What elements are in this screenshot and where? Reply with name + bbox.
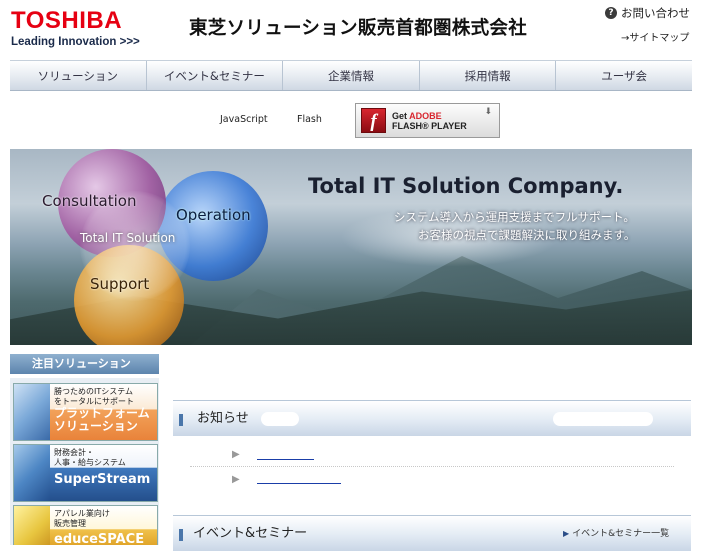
flash-badge-brand: ADOBE — [409, 110, 442, 121]
flash-badge-product: FLASH® PLAYER — [392, 120, 467, 131]
news-link[interactable] — [257, 449, 314, 460]
banner-caption: 販売管理 — [54, 518, 86, 528]
flash-badge-get: Get — [392, 110, 410, 121]
flash-link[interactable]: Flash — [297, 114, 322, 125]
download-arrow-icon: ⬇ — [484, 107, 492, 117]
news-title: お知らせ — [197, 411, 249, 426]
banner-caption: をトータルにサポート — [54, 396, 134, 406]
events-section-header: イベント&セミナー ▶ イベント&セミナー一覧 — [173, 515, 691, 551]
triangle-arrow-icon: ▶ — [563, 529, 570, 538]
company-name: 東芝ソリューション販売首都圏株式会社 — [189, 18, 528, 39]
nav-item-events[interactable]: イベント&セミナー — [147, 61, 284, 90]
banner-title: ソリューション — [54, 419, 138, 433]
news-link[interactable] — [257, 473, 341, 484]
section-marker — [179, 529, 183, 541]
hero-title: Total IT Solution Company. — [308, 174, 624, 198]
support-label: Support — [90, 275, 150, 293]
flash-icon: f — [361, 108, 386, 133]
events-title: イベント&セミナー — [193, 526, 308, 541]
featured-solutions-list: 勝つためのITシステム をトータルにサポート プラットフォーム ソリューション … — [10, 378, 159, 545]
news-section-header: お知らせ — [173, 400, 691, 436]
banner-caption: 人事・給与システム — [54, 457, 126, 467]
banner-title: educeSPACE — [54, 532, 145, 545]
nav-item-solution[interactable]: ソリューション — [10, 61, 147, 90]
banner-caption: 財務会計・ — [54, 448, 94, 457]
superstream-thumbnail — [14, 445, 50, 501]
banner-caption: アパレル業向け — [54, 509, 110, 518]
get-flash-player-button[interactable]: f Get ADOBE FLASH® PLAYER ⬇ — [355, 103, 500, 138]
hero-subtitle-line2: お客様の視点で課題解決に取り組みます。 — [418, 228, 636, 242]
total-it-solution-label: Total IT Solution — [80, 231, 176, 245]
flash-badge-text: Get ADOBE FLASH® PLAYER — [392, 111, 467, 131]
educespace-thumbnail — [14, 506, 50, 545]
bullet-arrow-icon: ▶ — [232, 474, 240, 485]
hero-banner[interactable]: Consultation Operation Total IT Solution… — [10, 149, 692, 345]
banner-educespace[interactable]: アパレル業向け 販売管理 educeSPACE — [13, 505, 158, 545]
banner-superstream[interactable]: 財務会計・ 人事・給与システム SuperStream — [13, 444, 158, 502]
banner-platform-solution[interactable]: 勝つためのITシステム をトータルにサポート プラットフォーム ソリューション — [13, 383, 158, 441]
news-divider — [190, 466, 674, 467]
banner-title: SuperStream — [54, 472, 151, 487]
tagline: Leading Innovation >>> — [11, 36, 140, 48]
banner-body: 財務会計・ 人事・給与システム SuperStream — [50, 445, 157, 501]
news-header-pill — [553, 412, 653, 426]
consultation-label: Consultation — [42, 192, 137, 210]
featured-solutions-header: 注目ソリューション — [10, 354, 159, 374]
news-header-pill — [261, 412, 299, 426]
javascript-link[interactable]: JavaScript — [220, 114, 268, 125]
hero-subtitle-line1: システム導入から運用支援までフルサポート。 — [394, 210, 635, 224]
toshiba-logo[interactable]: TOSHIBA — [11, 9, 122, 33]
sitemap-link[interactable]: →サイトマップ — [621, 33, 689, 45]
nav-item-company[interactable]: 企業情報 — [283, 61, 420, 90]
events-list-link[interactable]: ▶ イベント&セミナー一覧 — [563, 528, 669, 540]
events-list-label: イベント&セミナー一覧 — [572, 529, 670, 539]
platform-solution-thumbnail — [14, 384, 50, 440]
contact-link[interactable]: ? お問い合わせ — [605, 6, 690, 20]
banner-body: 勝つためのITシステム をトータルにサポート プラットフォーム ソリューション — [50, 384, 157, 440]
banner-caption: 勝つためのITシステム — [54, 387, 134, 396]
banner-body: アパレル業向け 販売管理 educeSPACE — [50, 506, 157, 545]
help-icon: ? — [605, 7, 617, 19]
nav-item-recruit[interactable]: 採用情報 — [420, 61, 557, 90]
section-marker — [179, 414, 183, 426]
nav-item-user-group[interactable]: ユーザ会 — [556, 61, 692, 90]
global-nav: ソリューション イベント&セミナー 企業情報 採用情報 ユーザ会 — [10, 60, 692, 91]
bullet-arrow-icon: ▶ — [232, 449, 240, 460]
operation-label: Operation — [176, 206, 251, 224]
contact-label: お問い合わせ — [621, 6, 690, 20]
